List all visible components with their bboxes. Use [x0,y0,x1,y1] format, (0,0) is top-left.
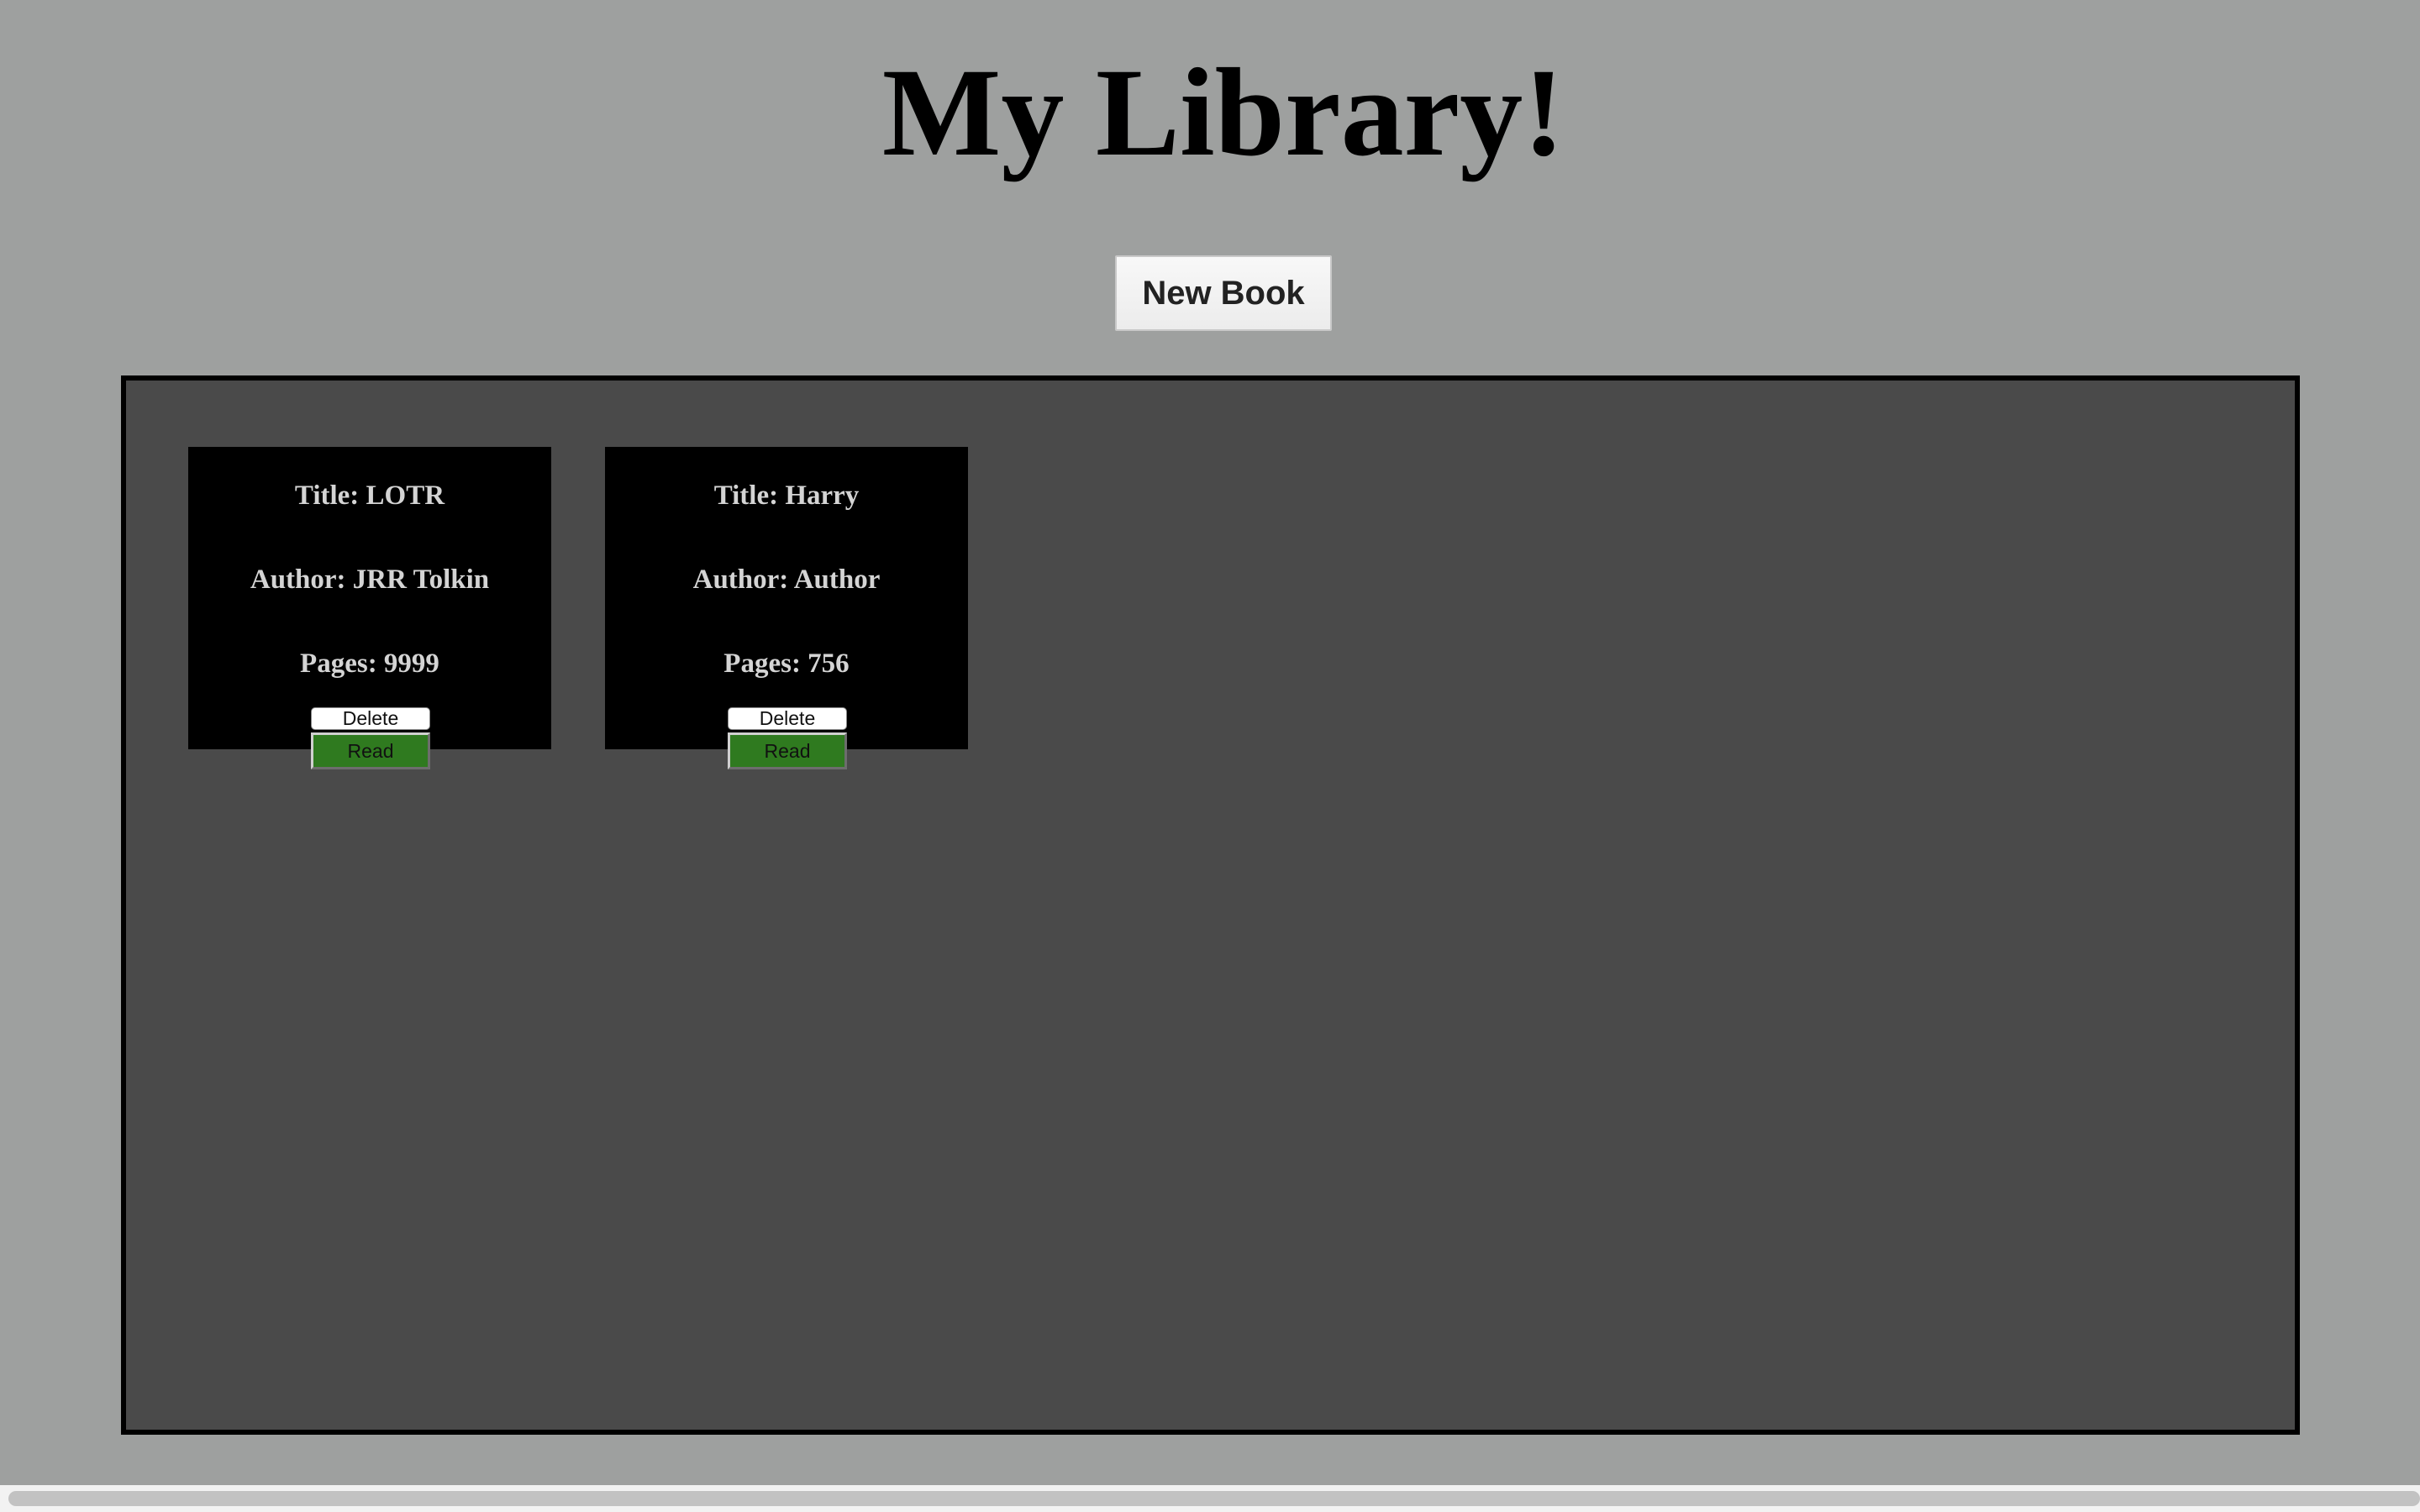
book-pages: Pages: 756 [723,648,850,679]
horizontal-scrollbar[interactable] [0,1485,2420,1512]
new-book-button[interactable]: New Book [1115,255,1332,331]
book-title: Title: LOTR [294,480,445,511]
book-author: Author: JRR Tolkin [250,564,490,595]
page-title: My Library! [881,43,1565,182]
scrollbar-thumb[interactable] [8,1491,2420,1506]
read-toggle-button[interactable]: Read [728,732,847,769]
delete-button[interactable]: Delete [728,707,847,730]
book-card: Title: Harry Author: Author Pages: 756 D… [605,447,968,769]
book-title: Title: Harry [713,480,860,511]
book-pages: Pages: 9999 [300,648,439,679]
book-author: Author: Author [692,564,881,595]
delete-button[interactable]: Delete [311,707,430,730]
read-toggle-button[interactable]: Read [311,732,430,769]
book-card: Title: LOTR Author: JRR Tolkin Pages: 99… [188,447,551,769]
library-panel: Title: LOTR Author: JRR Tolkin Pages: 99… [121,375,2300,1435]
